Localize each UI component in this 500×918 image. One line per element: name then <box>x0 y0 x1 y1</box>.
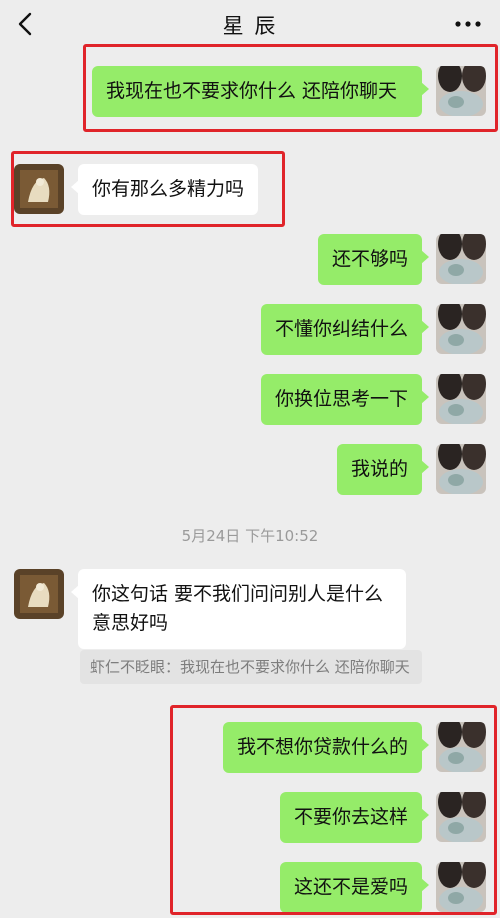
message-bubble-sent[interactable]: 还不够吗 <box>317 234 430 285</box>
quoted-message[interactable]: 虾仁不眨眼：我现在也不要求你什么 还陪你聊天 <box>80 650 422 684</box>
chat-title: 星 辰 <box>222 14 278 38</box>
avatar-me[interactable] <box>436 374 486 424</box>
timestamp: 5月24日 下午10:52 <box>181 527 319 545</box>
avatar-me[interactable] <box>436 444 486 494</box>
message-bubble-sent[interactable]: 不懂你纠结什么 <box>260 304 430 355</box>
avatar-me[interactable] <box>436 722 486 772</box>
avatar-contact[interactable] <box>14 569 64 619</box>
avatar-me[interactable] <box>436 304 486 354</box>
chat-header: 星 辰 <box>0 0 500 48</box>
more-dots-icon[interactable] <box>454 14 482 34</box>
message-bubble-sent[interactable]: 我不想你贷款什么的 <box>222 722 430 773</box>
avatar-me[interactable] <box>436 862 486 912</box>
message-bubble-received[interactable]: 你这句话 要不我们问问别人是什么意思好吗 <box>71 569 406 649</box>
avatar-contact[interactable] <box>14 164 64 214</box>
message-bubble-sent[interactable]: 不要你去这样 <box>279 792 430 843</box>
message-bubble-sent[interactable]: 这还不是爱吗 <box>279 862 430 913</box>
message-bubble-received[interactable]: 你有那么多精力吗 <box>70 164 259 215</box>
avatar-me[interactable] <box>436 66 486 116</box>
message-bubble-sent[interactable]: 我现在也不要求你什么 还陪你聊天 <box>92 66 429 117</box>
message-bubble-sent[interactable]: 你换位思考一下 <box>260 374 430 425</box>
avatar-me[interactable] <box>436 792 486 842</box>
message-bubble-sent[interactable]: 我说的 <box>336 444 430 495</box>
avatar-me[interactable] <box>436 234 486 284</box>
